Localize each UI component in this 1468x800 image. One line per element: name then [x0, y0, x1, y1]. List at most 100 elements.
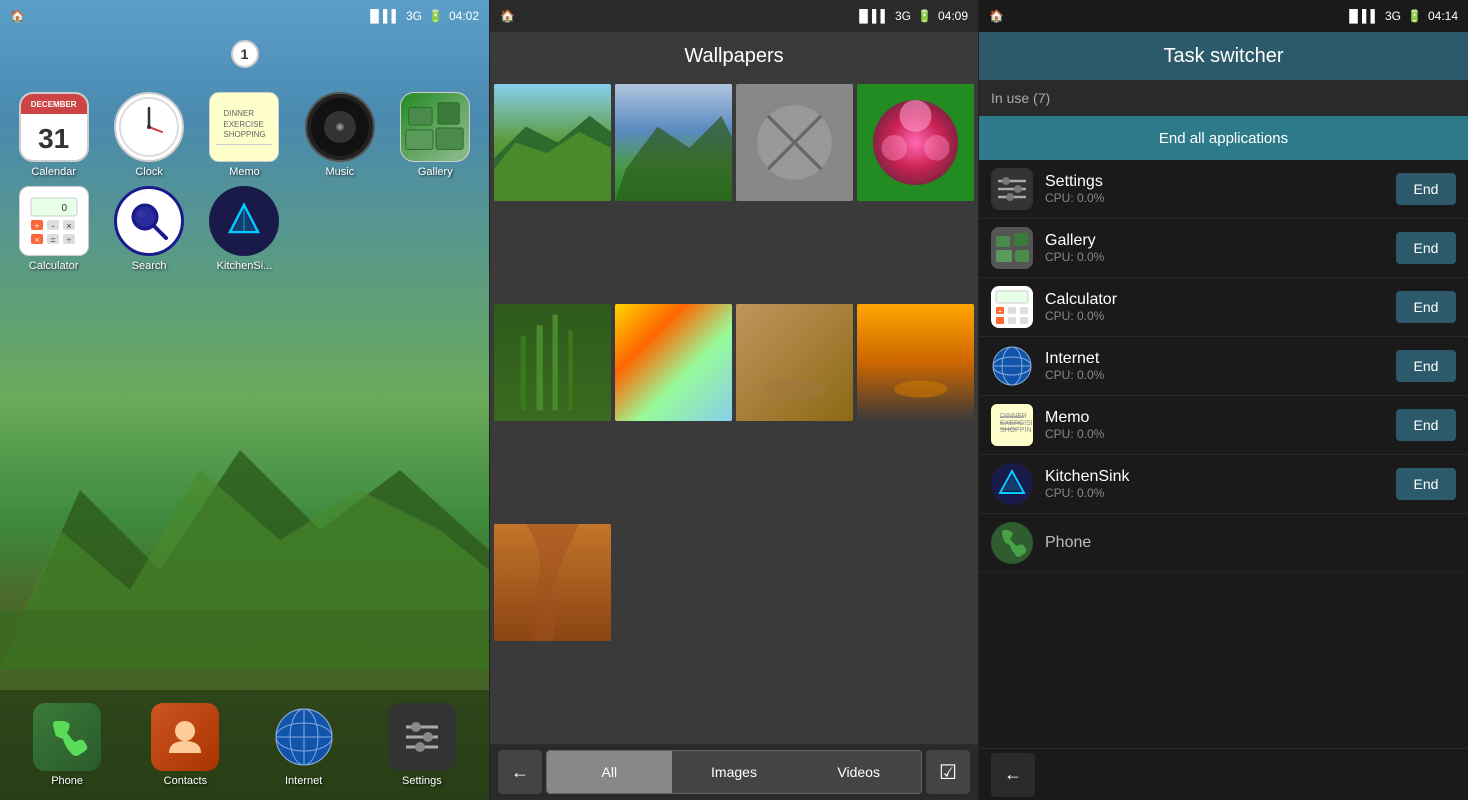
wallpapers-back-button[interactable]: ← — [498, 750, 542, 794]
app-calculator[interactable]: 0 + - × × = ÷ Calculator — [10, 186, 97, 272]
task-cpu-gallery: CPU: 0.0% — [1045, 250, 1384, 264]
app-kitchensink[interactable]: KitchenSi... — [201, 186, 288, 272]
task-name-settings: Settings — [1045, 173, 1384, 191]
task-switcher-title: Task switcher — [979, 32, 1468, 80]
svg-text:+: + — [34, 221, 39, 231]
wallpapers-screen: 🏠 ▐▌▌▌ 3G 🔋 04:09 Wallpapers — [489, 0, 979, 800]
app-label-search: Search — [132, 260, 167, 272]
wallpaper-9[interactable] — [494, 524, 611, 641]
signal-p3: ▐▌▌▌ — [1345, 9, 1379, 23]
task-info-calculator: Calculator CPU: 0.0% — [1045, 291, 1384, 323]
time-p2: 04:09 — [938, 9, 968, 23]
dock-internet-label: Internet — [285, 775, 322, 787]
clock-icon — [114, 92, 184, 162]
task-icon-gallery — [991, 227, 1033, 269]
svg-text:-: - — [51, 221, 54, 231]
app-memo[interactable]: DINNEREXERCISESHOPPING Memo — [201, 92, 288, 178]
task-icon-calculator: + — [991, 286, 1033, 328]
wallpapers-title: Wallpapers — [490, 32, 978, 80]
end-settings-button[interactable]: End — [1396, 173, 1456, 205]
home-icon-p1: 🏠 — [10, 9, 25, 23]
wallpaper-3[interactable] — [736, 84, 853, 201]
dock-settings-label: Settings — [402, 775, 442, 787]
app-clock[interactable]: Clock — [105, 92, 192, 178]
end-kitchensink-button[interactable]: End — [1396, 468, 1456, 500]
home-icon-p2: 🏠 — [500, 9, 515, 23]
svg-text:=: = — [50, 235, 55, 245]
time-p3: 04:14 — [1428, 9, 1458, 23]
task-cpu-calculator: CPU: 0.0% — [1045, 309, 1384, 323]
wallpaper-2[interactable] — [615, 84, 732, 201]
tab-all[interactable]: All — [547, 751, 672, 793]
network-p3: 3G — [1385, 9, 1401, 23]
svg-text:0: 0 — [61, 203, 67, 214]
tab-videos[interactable]: Videos — [796, 751, 921, 793]
app-gallery[interactable]: Gallery — [392, 92, 479, 178]
mountains-decoration — [0, 370, 489, 670]
task-item-kitchensink: KitchenSink CPU: 0.0% End — [979, 455, 1468, 514]
wallpaper-1[interactable] — [494, 84, 611, 201]
task-cpu-settings: CPU: 0.0% — [1045, 191, 1384, 205]
svg-text:EXERCISE: EXERCISE — [1000, 420, 1032, 427]
time-p1: 04:02 — [449, 9, 479, 23]
app-label-music: Music — [326, 166, 355, 178]
task-icon-phone — [991, 522, 1033, 564]
task-switcher-screen: 🏠 ▐▌▌▌ 3G 🔋 04:14 Task switcher In use (… — [979, 0, 1468, 800]
status-bar-panel3: 🏠 ▐▌▌▌ 3G 🔋 04:14 — [979, 0, 1468, 32]
end-calculator-button[interactable]: End — [1396, 291, 1456, 323]
app-search[interactable]: Search — [105, 186, 192, 272]
dock-internet[interactable]: Internet — [270, 703, 338, 787]
wallpapers-select-button[interactable]: ☑ — [926, 750, 970, 794]
task-item-memo: DINNER EXERCISE SHOPPING Memo CPU: 0.0% … — [979, 396, 1468, 455]
svg-text:DINNER: DINNER — [1000, 413, 1027, 420]
app-music[interactable]: Music — [296, 92, 383, 178]
phone-dock-icon — [33, 703, 101, 771]
wallpaper-tab-group: All Images Videos — [546, 750, 922, 794]
task-info-phone: Phone — [1045, 534, 1456, 552]
app-label-calculator: Calculator — [29, 260, 79, 272]
battery-icon-p1: 🔋 — [428, 9, 443, 23]
dock-phone[interactable]: Phone — [33, 703, 101, 787]
signal-p2: ▐▌▌▌ — [855, 9, 889, 23]
app-calendar[interactable]: DECEMBER 31 Calendar — [10, 92, 97, 178]
in-use-label: In use (7) — [979, 80, 1468, 116]
task-cpu-internet: CPU: 0.0% — [1045, 368, 1384, 382]
wallpaper-6[interactable] — [615, 304, 732, 421]
task-info-kitchensink: KitchenSink CPU: 0.0% — [1045, 468, 1384, 500]
gallery-icon — [400, 92, 470, 162]
contacts-dock-icon — [151, 703, 219, 771]
dock-contacts[interactable]: Contacts — [151, 703, 219, 787]
task-info-gallery: Gallery CPU: 0.0% — [1045, 232, 1384, 264]
wallpaper-4[interactable] — [857, 84, 974, 201]
task-name-kitchensink: KitchenSink — [1045, 468, 1384, 486]
task-item-gallery: Gallery CPU: 0.0% End — [979, 219, 1468, 278]
network-type-p1: 3G — [406, 9, 422, 23]
end-memo-button[interactable]: End — [1396, 409, 1456, 441]
task-switcher-back-button[interactable]: ← — [991, 753, 1035, 797]
tab-images[interactable]: Images — [672, 751, 797, 793]
task-item-internet: Internet CPU: 0.0% End — [979, 337, 1468, 396]
wallpaper-5[interactable] — [494, 304, 611, 421]
app-label-kitchensink: KitchenSi... — [217, 260, 273, 272]
task-item-settings: Settings CPU: 0.0% End — [979, 160, 1468, 219]
task-name-gallery: Gallery — [1045, 232, 1384, 250]
task-list: Settings CPU: 0.0% End Gallery CPU: 0.0% — [979, 160, 1468, 748]
wallpaper-7[interactable] — [736, 304, 853, 421]
battery-p2: 🔋 — [917, 9, 932, 23]
app-grid: DECEMBER 31 Calendar Clock DINNEREXERCIS… — [0, 32, 489, 282]
dock-phone-label: Phone — [51, 775, 83, 787]
calendar-icon: DECEMBER 31 — [19, 92, 89, 162]
end-internet-button[interactable]: End — [1396, 350, 1456, 382]
end-all-button[interactable]: End all applications — [979, 116, 1468, 160]
home-icon-p3: 🏠 — [989, 9, 1004, 23]
wallpapers-bottom-bar: ← All Images Videos ☑ — [490, 744, 978, 800]
dock-settings[interactable]: Settings — [388, 703, 456, 787]
task-info-memo: Memo CPU: 0.0% — [1045, 409, 1384, 441]
svg-text:×: × — [34, 235, 39, 245]
svg-text:SHOPPING: SHOPPING — [1000, 427, 1032, 434]
task-cpu-memo: CPU: 0.0% — [1045, 427, 1384, 441]
wallpaper-8[interactable] — [857, 304, 974, 421]
end-gallery-button[interactable]: End — [1396, 232, 1456, 264]
task-info-internet: Internet CPU: 0.0% — [1045, 350, 1384, 382]
memo-icon: DINNEREXERCISESHOPPING — [209, 92, 279, 162]
